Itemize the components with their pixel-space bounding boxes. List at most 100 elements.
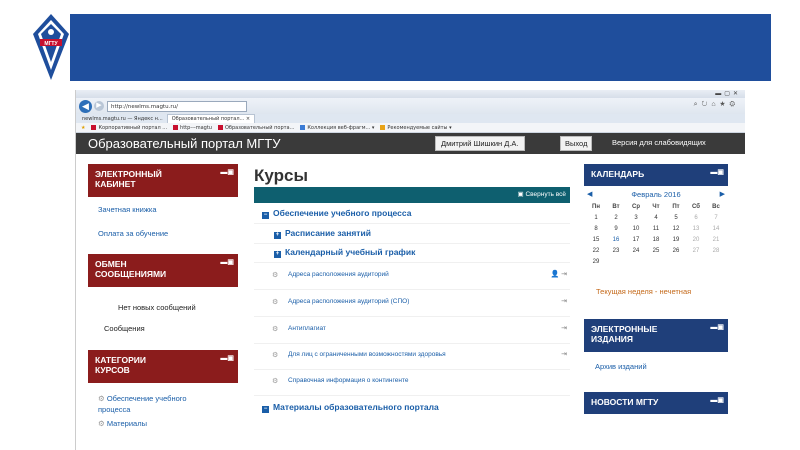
collapse-square-icon: − — [262, 212, 269, 219]
calendar-day[interactable]: 23 — [606, 246, 626, 257]
category-label: Обеспечение учебного — [106, 394, 187, 403]
gradebook-link[interactable]: Зачетная книжка — [98, 205, 157, 214]
calendar-day[interactable]: 1 — [586, 213, 606, 224]
course-icon: ⚙ — [272, 272, 279, 279]
category-link[interactable]: ⚙ Материалы — [98, 419, 147, 428]
calendar-day[interactable]: 28 — [706, 246, 726, 257]
course-row[interactable]: ⚙ Для лиц с ограниченными возможностями … — [254, 350, 570, 370]
block-title-line: ЭЛЕКТРОННЫЕ — [591, 324, 658, 334]
calendar-day[interactable]: 3 — [626, 213, 646, 224]
calendar-day[interactable]: 17 — [626, 235, 646, 246]
back-arrow-icon[interactable]: ◀ — [79, 99, 92, 113]
subcategory-row[interactable]: + Расписание занятий — [254, 228, 570, 244]
course-row[interactable]: ⚙ Антиплагиат ⇥ — [254, 324, 570, 344]
calendar-day[interactable]: 10 — [626, 224, 646, 235]
calendar-day[interactable]: 22 — [586, 246, 606, 257]
favorite-label: http---magtu — [180, 124, 212, 131]
category-row[interactable]: − Материалы образовательного портала — [254, 402, 570, 418]
course-link[interactable]: Для лиц с ограниченными возможностями зд… — [288, 351, 446, 358]
next-month-icon[interactable]: ▶ — [720, 190, 725, 198]
tab-yandex[interactable]: newlms.magtu.ru — Яндекс н... — [78, 115, 167, 123]
favorite-label: Корпоративный портал ... — [98, 124, 168, 131]
block-collapse-icon[interactable]: ▬▣ — [710, 396, 724, 406]
calendar-day[interactable]: 2 — [606, 213, 626, 224]
browser-tools-icon[interactable]: ⌕↻⌂★⚙ — [694, 101, 739, 109]
calendar-day[interactable]: 9 — [606, 224, 626, 235]
svg-text:МГТУ: МГТУ — [44, 41, 58, 47]
course-link[interactable]: Адреса расположения аудиторий (СПО) — [288, 298, 409, 305]
payment-link[interactable]: Оплата за обучение — [98, 229, 168, 238]
favorite-star-icon[interactable]: ★ — [78, 125, 88, 131]
category-link[interactable]: ⚙ Обеспечение учебного — [98, 394, 187, 403]
course-link[interactable]: Антиплагиат — [288, 325, 326, 332]
favorite-label: Рекомендуемые сайты ▾ — [387, 124, 452, 131]
subcategory-title-label: Расписание занятий — [285, 228, 371, 238]
logout-button[interactable]: Выход — [560, 136, 593, 151]
calendar-day[interactable]: 4 — [646, 213, 666, 224]
archive-link[interactable]: Архив изданий — [595, 362, 647, 371]
enrol-icon[interactable]: ⇥ — [561, 350, 567, 358]
calendar-day[interactable]: 26 — [666, 246, 686, 257]
enrol-icon[interactable]: ⇥ — [561, 324, 567, 332]
calendar-day[interactable]: 20 — [686, 235, 706, 246]
calendar-day[interactable]: 19 — [666, 235, 686, 246]
calendar-day[interactable]: 12 — [666, 224, 686, 235]
calendar-day[interactable]: 11 — [646, 224, 666, 235]
course-row[interactable]: ⚙ Адреса расположения аудиторий 👤 ⇥ — [254, 270, 570, 290]
block-header-cabinet: ЭЛЕКТРОННЫЙ КАБИНЕТ ▬▣ — [88, 164, 238, 197]
calendar-day[interactable]: 14 — [706, 224, 726, 235]
site-title[interactable]: Образовательный портал МГТУ — [88, 136, 281, 151]
address-bar: ◀ ▶ http://newlms.magtu.ru/ ⌕↻⌂★⚙ — [76, 98, 745, 114]
course-row[interactable]: ⚙ Справочная информация о контингенте — [254, 376, 570, 396]
calendar-weekday: Пт — [672, 204, 680, 210]
messages-link[interactable]: Сообщения — [104, 324, 145, 333]
forward-arrow-icon[interactable]: ▶ — [94, 101, 104, 111]
block-collapse-icon[interactable]: ▬▣ — [220, 168, 234, 178]
course-link[interactable]: Справочная информация о контингенте — [288, 377, 408, 384]
calendar-day[interactable]: 7 — [706, 213, 726, 224]
calendar-day[interactable]: 27 — [686, 246, 706, 257]
collapse-all-label: Свернуть всё — [525, 191, 566, 198]
block-collapse-icon[interactable]: ▬▣ — [220, 258, 234, 268]
favorites-bar: ★ Корпоративный портал ... http---magtu … — [76, 123, 745, 133]
calendar-day[interactable]: 5 — [666, 213, 686, 224]
course-info-icon[interactable]: 👤 ⇥ — [550, 270, 567, 278]
favorite-item[interactable]: Рекомендуемые сайты ▾ — [377, 124, 454, 131]
course-link[interactable]: Адреса расположения аудиторий — [288, 271, 389, 278]
favorite-item[interactable]: Корпоративный портал ... — [88, 124, 170, 131]
calendar-day[interactable]: 25 — [646, 246, 666, 257]
accessibility-version-link[interactable]: Версия для слабовидящих — [612, 138, 706, 147]
window-controls-icon[interactable]: ▬▢✕ — [715, 90, 741, 97]
block-collapse-icon[interactable]: ▬▣ — [710, 323, 724, 333]
calendar-day[interactable]: 6 — [686, 213, 706, 224]
site-icon — [91, 124, 97, 130]
subcategory-title: + Расписание занятий — [274, 228, 371, 239]
block-collapse-icon[interactable]: ▬▣ — [220, 354, 234, 364]
calendar-day[interactable]: 8 — [586, 224, 606, 235]
calendar-day[interactable]: 24 — [626, 246, 646, 257]
url-input[interactable]: http://newlms.magtu.ru/ — [107, 100, 247, 112]
calendar-weekday: Пн — [592, 204, 600, 210]
calendar-day[interactable]: 18 — [646, 235, 666, 246]
favorite-item[interactable]: Образовательный порта... — [215, 124, 297, 131]
calendar-day[interactable]: 13 — [686, 224, 706, 235]
category-row[interactable]: − Обеспечение учебного процесса — [254, 208, 570, 224]
category-link-continued[interactable]: процесса — [98, 405, 130, 414]
tab-bar: newlms.magtu.ru — Яндекс н... Образовате… — [76, 114, 745, 123]
calendar-month[interactable]: Февраль 2016 — [586, 190, 726, 199]
block-collapse-icon[interactable]: ▬▣ — [710, 168, 724, 178]
subcategory-row[interactable]: + Календарный учебный график — [254, 247, 570, 263]
user-menu-button[interactable]: Дмитрий Шишкин Д.А. — [435, 136, 525, 151]
course-row[interactable]: ⚙ Адреса расположения аудиторий (СПО) ⇥ — [254, 297, 570, 317]
calendar-day[interactable]: 21 — [706, 235, 726, 246]
calendar-day[interactable]: 29 — [586, 257, 606, 268]
collapse-all-button[interactable]: ▣ Свернуть всё — [517, 190, 566, 198]
calendar-day[interactable]: 16 — [606, 235, 626, 246]
favorite-item[interactable]: http---magtu — [170, 124, 215, 131]
enrol-icon[interactable]: ⇥ — [561, 297, 567, 305]
favorite-item[interactable]: Коллекция веб-фрагм... ▾ — [297, 124, 377, 131]
window-titlebar: ▬▢✕ — [76, 90, 745, 98]
block-title-line: ЭЛЕКТРОННЫЙ — [95, 169, 162, 179]
tab-portal[interactable]: Образовательный портал... × — [166, 114, 256, 123]
calendar-day[interactable]: 15 — [586, 235, 606, 246]
